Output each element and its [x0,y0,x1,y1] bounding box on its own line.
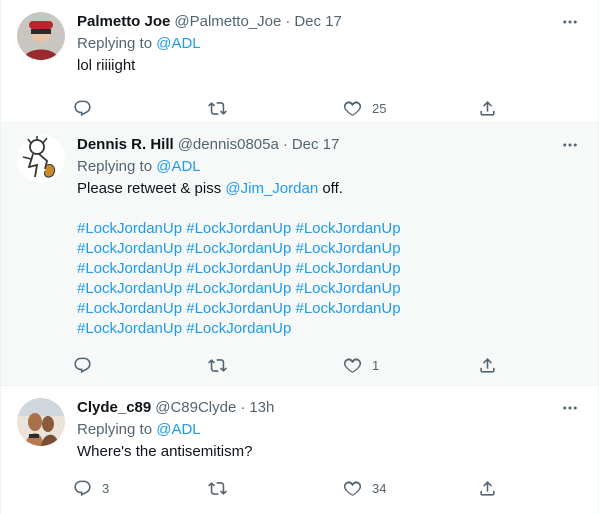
mention-link[interactable]: @Jim_Jordan [225,180,318,197]
tweet-actions: 1 [73,349,498,381]
replying-to: Replying to @ADL [77,34,582,54]
hashtag-link[interactable]: #LockJordanUp [186,280,291,297]
avatar[interactable] [17,398,65,446]
tweet-text: Where's the antisemitism? [77,443,253,460]
retweet-icon [208,101,227,115]
replying-to: Replying to @ADL [77,420,582,440]
reply-icon [74,357,91,373]
share-button[interactable] [478,99,498,118]
author-name[interactable]: Palmetto Joe [77,12,170,32]
like-button[interactable]: 25 [343,99,423,118]
replying-to-link[interactable]: @ADL [156,35,200,52]
reply-count: 3 [102,480,110,496]
hashtag-link[interactable]: #LockJordanUp [186,240,291,257]
replying-to-label: Replying to [77,35,153,52]
hashtag-line: #LockJordanUp #LockJordanUp [77,319,582,339]
more-icon [563,143,577,147]
tweet[interactable]: Dennis R. Hill @dennis0805a · Dec 17 Rep… [1,123,598,386]
hashtag-line: #LockJordanUp #LockJordanUp #LockJordanU… [77,259,582,279]
author-name[interactable]: Clyde_c89 [77,398,151,418]
more-options-button[interactable] [558,398,582,418]
tweet[interactable]: Palmetto Joe @Palmetto_Joe · Dec 17 Repl… [1,0,598,123]
replying-to: Replying to @ADL [77,157,582,177]
separator: · [285,13,291,30]
tweet-text: lol riiiight [77,57,136,74]
tweet-text-part: off. [318,180,343,197]
hashtag-link[interactable]: #LockJordanUp [296,240,401,257]
hashtag-link[interactable]: #LockJordanUp [296,220,401,237]
hashtag-line: #LockJordanUp #LockJordanUp #LockJordanU… [77,219,582,239]
retweet-icon [208,358,227,372]
retweet-button[interactable] [208,479,288,498]
retweet-button[interactable] [208,99,288,118]
share-button[interactable] [478,479,498,498]
replying-to-label: Replying to [77,158,153,175]
avatar[interactable] [17,135,65,183]
hashtag-line: #LockJordanUp #LockJordanUp #LockJordanU… [77,279,582,299]
replying-to-link[interactable]: @ADL [156,421,200,438]
hashtag-link[interactable]: #LockJordanUp [296,280,401,297]
hashtag-link[interactable]: #LockJordanUp [77,320,182,337]
reply-button[interactable] [73,99,153,118]
hashtag-link[interactable]: #LockJordanUp [77,280,182,297]
reply-icon [74,480,91,496]
reply-button[interactable]: 3 [73,479,153,498]
share-icon [480,480,495,496]
hashtag-link[interactable]: #LockJordanUp [186,300,291,317]
tweet-actions: 25 [73,92,498,124]
timestamp[interactable]: 13h [249,398,274,418]
like-count: 25 [372,100,387,116]
reply-feed: Palmetto Joe @Palmetto_Joe · Dec 17 Repl… [0,0,599,514]
heart-icon [343,357,362,373]
more-icon [563,406,577,410]
more-options-button[interactable] [558,135,582,155]
hashtag-link[interactable]: #LockJordanUp [77,260,182,277]
avatar[interactable] [17,12,65,60]
hashtag-link[interactable]: #LockJordanUp [186,320,291,337]
author-handle[interactable]: @dennis0805a [178,135,279,155]
tweet-text-part: Please retweet & piss [77,180,226,197]
tweet-actions: 3 34 [73,472,498,504]
like-button[interactable]: 1 [343,356,423,375]
author-name[interactable]: Dennis R. Hill [77,135,174,155]
replying-to-link[interactable]: @ADL [156,158,200,175]
hashtag-link[interactable]: #LockJordanUp [296,300,401,317]
author-handle[interactable]: @C89Clyde [155,398,236,418]
share-icon [480,357,495,373]
hashtag-line: #LockJordanUp #LockJordanUp #LockJordanU… [77,299,582,319]
hashtag-link[interactable]: #LockJordanUp [77,300,182,317]
hashtag-line: #LockJordanUp #LockJordanUp #LockJordanU… [77,239,582,259]
like-count: 34 [372,480,387,496]
replying-to-label: Replying to [77,421,153,438]
hashtag-link[interactable]: #LockJordanUp [77,220,182,237]
more-options-button[interactable] [558,12,582,32]
share-icon [480,100,495,116]
author-handle[interactable]: @Palmetto_Joe [174,12,281,32]
hashtag-link[interactable]: #LockJordanUp [77,240,182,257]
hashtag-link[interactable]: #LockJordanUp [186,260,291,277]
tweet[interactable]: Clyde_c89 @C89Clyde · 13h Replying to @A… [1,386,598,514]
separator: · [240,399,246,416]
tweet-text: Please retweet & piss @Jim_Jordan off. [77,179,582,199]
share-button[interactable] [478,356,498,375]
like-count: 1 [372,357,380,373]
timestamp[interactable]: Dec 17 [292,135,340,155]
hashtag-link[interactable]: #LockJordanUp [296,260,401,277]
hashtag-block: #LockJordanUp #LockJordanUp #LockJordanU… [77,219,582,339]
separator: · [282,136,288,153]
reply-button[interactable] [73,356,153,375]
retweet-icon [208,481,227,495]
heart-icon [343,100,362,116]
heart-icon [343,480,362,496]
more-icon [563,20,577,24]
like-button[interactable]: 34 [343,479,423,498]
hashtag-link[interactable]: #LockJordanUp [186,220,291,237]
reply-icon [74,100,91,116]
timestamp[interactable]: Dec 17 [294,12,342,32]
retweet-button[interactable] [208,356,288,375]
